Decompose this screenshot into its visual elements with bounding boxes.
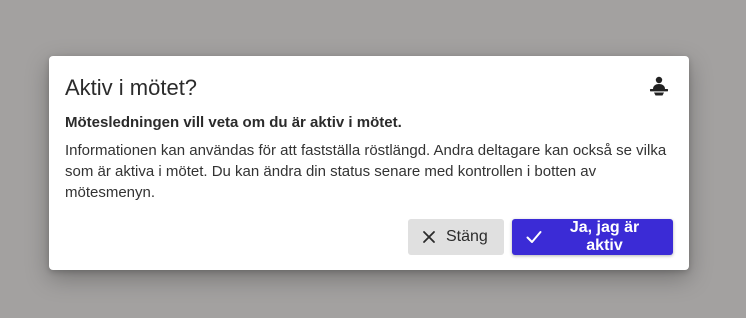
confirm-active-button[interactable]: Ja, jag är aktiv — [512, 219, 673, 255]
person-at-desk-icon — [650, 76, 668, 96]
confirm-button-label: Ja, jag är aktiv — [569, 219, 640, 254]
dialog-actions: Stäng Ja, jag är aktiv — [408, 219, 673, 255]
close-icon — [423, 231, 435, 243]
dialog-body-text: Informationen kan användas för att fasts… — [65, 142, 667, 201]
check-icon — [526, 231, 542, 243]
dialog-title: Aktiv i mötet? — [65, 75, 198, 100]
close-button-label: Stäng — [446, 228, 488, 245]
active-in-meeting-dialog: Aktiv i mötet? Mötesledningen vill veta … — [49, 56, 689, 270]
close-button[interactable]: Stäng — [408, 219, 504, 255]
dialog-lead-text: Mötesledningen vill veta om du är aktiv … — [65, 114, 402, 131]
